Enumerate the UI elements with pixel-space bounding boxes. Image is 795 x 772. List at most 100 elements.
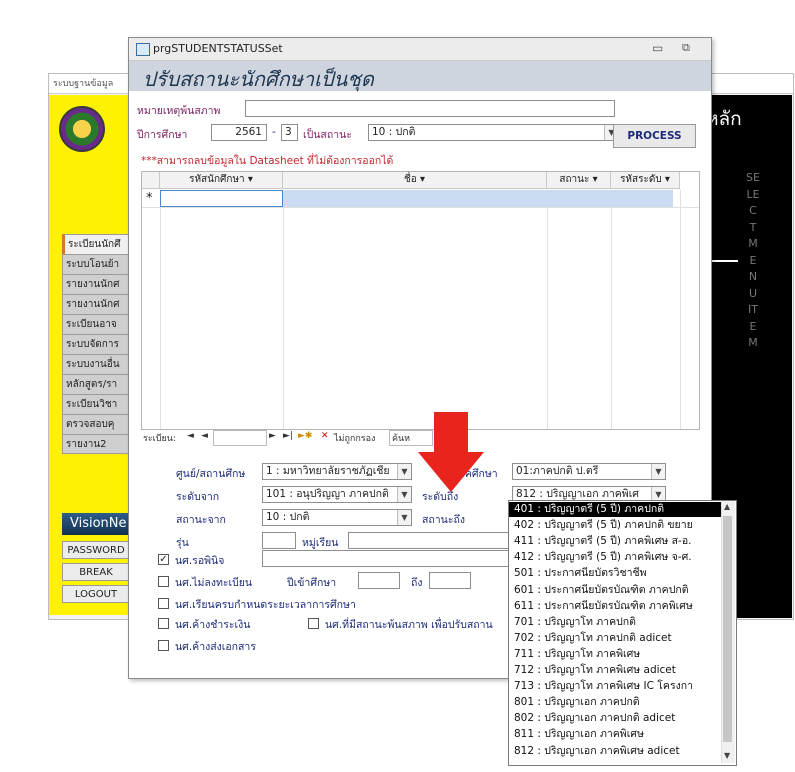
column-header-status[interactable]: สถานะ ▾ [547, 172, 611, 189]
entry-year-from-input[interactable] [358, 572, 400, 589]
center-label: ศูนย์/สถานศึกษ [176, 468, 246, 480]
password-button[interactable]: PASSWORD [62, 541, 130, 559]
grid-line [283, 190, 284, 429]
status-from-label: สถานะจาก [176, 514, 226, 526]
pending-docs-label: นศ.ค้างส่งเอกสาร [175, 641, 256, 653]
dropdown-option[interactable]: 411 : ปริญญาตรี (5 ปี) ภาคพิเศษ ส-อ. [509, 534, 727, 549]
last-record-icon[interactable]: ►| [283, 431, 293, 441]
not-registered-checkbox[interactable] [158, 576, 169, 587]
column-label: รหัสระดับ [620, 174, 662, 185]
level-from-value: 101 : อนุปริญญา ภาคปกติ [266, 488, 389, 500]
pending-docs-checkbox[interactable] [158, 640, 169, 651]
dropdown-scroll-thumb[interactable] [723, 516, 732, 742]
red-arrow-icon [418, 412, 484, 492]
row-selector-header [142, 172, 160, 189]
unpaid-label: นศ.ค้างชำระเงิน [175, 619, 251, 631]
scroll-down-icon[interactable]: ▼ [724, 751, 730, 760]
dropdown-option[interactable]: 402 : ปริญญาตรี (5 ปี) ภาคปกติ ขยาย [509, 518, 727, 533]
column-label: ชื่อ [403, 174, 417, 185]
dropdown-option[interactable]: 712 : ปริญญาโท ภาคพิเศษ adicet [509, 663, 727, 678]
dropdown-option[interactable]: 401 : ปริญญาตรี (5 ปี) ภาคปกติ [509, 502, 727, 518]
retire-label: นศ.รอพินิจ [175, 555, 225, 567]
status-to-select[interactable]: 10 : ปกติ ▼ [368, 124, 619, 141]
entry-year-to-input[interactable] [429, 572, 471, 589]
record-number-input[interactable] [213, 430, 267, 446]
column-label: รหัสนักศึกษา [189, 174, 245, 185]
restore-icon[interactable]: ⧉ [682, 41, 690, 55]
process-button[interactable]: PROCESS [613, 124, 696, 148]
dropdown-option[interactable]: 412 : ปริญญาตรี (5 ปี) ภาคพิเศษ จ-ศ. [509, 550, 727, 565]
next-record-icon[interactable]: ► [269, 431, 276, 441]
datasheet[interactable]: รหัสนักศึกษา ▾ ชื่อ ▾ สถานะ ▾ รหัสระดับ … [141, 171, 700, 430]
grid-line [680, 190, 681, 429]
term-input[interactable]: 3 [281, 124, 298, 141]
level-to-dropdown-list[interactable]: 401 : ปริญญาตรี (5 ปี) ภาคปกติ 402 : ปริญ… [508, 500, 737, 766]
remark-label: หมายเหตุพ้นสภาพ [137, 105, 221, 117]
center-value: 1 : มหาวิทยาลัยราชภัฏเชีย [266, 465, 390, 477]
column-header-student-id[interactable]: รหัสนักศึกษา ▾ [160, 172, 283, 189]
level-from-label: ระดับจาก [176, 491, 220, 503]
column-header-level-code[interactable]: รหัสระดับ ▾ [611, 172, 680, 189]
dropdown-option[interactable]: 702 : ปริญญาโท ภาคปกติ adicet [509, 631, 727, 646]
year-label: ปีการศึกษา [137, 129, 188, 141]
batch-label: รุ่น [176, 537, 189, 549]
unpaid-checkbox[interactable] [158, 618, 169, 629]
form-icon [136, 43, 150, 56]
chevron-down-icon[interactable]: ▼ [397, 464, 411, 479]
sort-arrow-icon: ▾ [419, 174, 425, 185]
grid-line [160, 190, 161, 429]
filter-status[interactable]: ไม่ถูกกรอง [334, 431, 375, 445]
chevron-down-icon[interactable]: ▼ [397, 510, 411, 525]
year-input[interactable]: 2561 [211, 124, 267, 141]
break-button[interactable]: BREAK [62, 563, 130, 581]
column-header-name[interactable]: ชื่อ ▾ [283, 172, 547, 189]
dropdown-option[interactable]: 701 : ปริญญาโท ภาคปกติ [509, 615, 727, 630]
dropdown-option[interactable]: 801 : ปริญญาเอก ภาคปกติ [509, 695, 727, 710]
column-label: สถานะ [559, 174, 590, 185]
record-label: ระเบียน: [143, 434, 176, 444]
level-to-value: 812 : ปริญญาเอก ภาคพิเศ [516, 488, 639, 500]
year-separator: - [272, 126, 276, 138]
study-type-select[interactable]: 01:ภาคปกติ ป.ตรี ▼ [512, 463, 666, 480]
group-input[interactable] [348, 532, 510, 549]
menu-divider [710, 260, 738, 262]
full-period-checkbox[interactable] [158, 598, 169, 609]
first-record-icon[interactable]: ◄ [187, 431, 194, 441]
level-from-select[interactable]: 101 : อนุปริญญา ภาคปกติ ▼ [262, 486, 412, 503]
dropdown-option[interactable]: 802 : ปริญญาเอก ภาคปกติ adicet [509, 711, 727, 726]
batch-input[interactable] [262, 532, 296, 549]
dropdown-option[interactable]: 611 : ประกาศนียบัตรบัณฑิต ภาคพิเศษ [509, 599, 727, 614]
scroll-up-icon[interactable]: ▲ [724, 502, 730, 511]
dropdown-option[interactable]: 811 : ปริญญาเอก ภาคพิเศษ [509, 727, 727, 742]
sort-arrow-icon: ▾ [664, 174, 670, 185]
retire-text-input[interactable] [262, 550, 510, 567]
grid-line [611, 190, 612, 429]
entry-year-to-label: ถึง [411, 577, 423, 589]
center-select[interactable]: 1 : มหาวิทยาลัยราชภัฏเชีย ▼ [262, 463, 412, 480]
form-header-band: ปรับสถานะนักศึกษาเป็นชุด [129, 61, 711, 91]
study-type-value: 01:ภาคปกติ ป.ตรี [516, 465, 599, 477]
chevron-down-icon[interactable]: ▼ [397, 487, 411, 502]
status-out-checkbox[interactable] [308, 618, 319, 629]
sort-arrow-icon: ▾ [247, 174, 253, 185]
warning-text: ***สามารถลบข้อมูลใน Datasheet ที่ไม่ต้อง… [141, 155, 394, 167]
dropdown-option[interactable]: 601 : ประกาศนียบัตรบัณฑิต ภาคปกติ [509, 583, 727, 598]
remark-input[interactable] [245, 100, 615, 117]
dropdown-option[interactable]: 711 : ปริญญาโท ภาคพิเศษ [509, 647, 727, 662]
prev-record-icon[interactable]: ◄ [201, 431, 208, 441]
status-from-select[interactable]: 10 : ปกติ ▼ [262, 509, 412, 526]
dropdown-option[interactable]: 713 : ปริญญาโท ภาคพิเศษ IC โครงกา [509, 679, 727, 694]
vertical-menu-text: SELECT MENU ITEM [746, 171, 760, 349]
filter-icon[interactable]: ✕ [321, 431, 329, 441]
new-row-highlight [283, 190, 673, 207]
retire-checkbox[interactable]: ✓ [158, 554, 169, 565]
new-record-icon: * [146, 191, 153, 206]
logout-button[interactable]: LOGOUT [62, 585, 130, 603]
student-id-cell[interactable] [160, 190, 283, 207]
chevron-down-icon[interactable]: ▼ [651, 464, 665, 479]
dropdown-option[interactable]: 812 : ปริญญาเอก ภาคพิเศษ adicet [509, 744, 727, 759]
new-record-nav-icon[interactable]: ►✱ [298, 431, 312, 441]
status-to-label: เป็นสถานะ [303, 129, 352, 141]
minimize-icon[interactable]: ▭ [652, 41, 663, 55]
dropdown-option[interactable]: 501 : ประกาศนียบัตรวิชาชีพ [509, 566, 727, 581]
